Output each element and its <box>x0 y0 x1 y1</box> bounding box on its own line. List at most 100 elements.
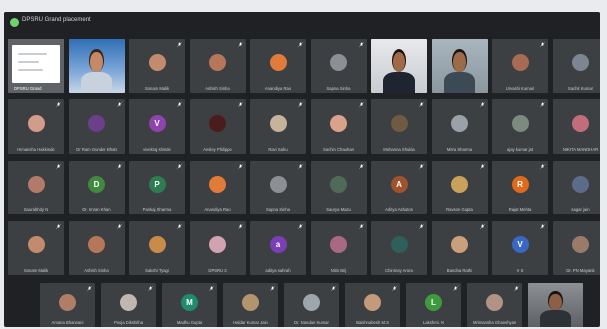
participant-tile[interactable]: NIKITA MANDHAR <box>552 99 600 154</box>
mic-muted-icon <box>514 286 519 291</box>
participant-tile[interactable] <box>371 39 427 93</box>
avatar-initial: a <box>275 240 281 250</box>
participant-tile[interactable] <box>68 39 125 93</box>
video-feed <box>68 39 125 93</box>
participant-tile[interactable]: Mohanna Shukla <box>371 99 427 154</box>
participant-tile[interactable]: Pooja Dikshitha <box>101 283 156 327</box>
participant-name: Urvashi Kumari <box>505 86 535 91</box>
person-torso <box>80 72 113 93</box>
participant-tile[interactable]: sagar jain <box>552 161 600 214</box>
participant-tile[interactable]: Sapna Sinha <box>250 161 306 214</box>
participant-tile[interactable]: Bandna Rathi <box>431 221 488 275</box>
participant-tile[interactable]: DPSRU 3 <box>189 221 246 275</box>
participant-tile[interactable]: Ravi Sahu <box>250 99 306 154</box>
participant-tile[interactable]: Amana Bharwani <box>40 283 95 327</box>
avatar-initial: P <box>154 179 160 189</box>
participant-tile[interactable]: Haldar Kumar Jain <box>223 283 278 327</box>
participant-avatar <box>364 293 381 311</box>
participant-avatar <box>209 236 226 254</box>
participant-avatar <box>451 114 468 132</box>
participant-avatar <box>27 114 45 132</box>
participant-tile[interactable]: Ravson Gupta <box>431 161 488 214</box>
person-torso <box>443 72 476 93</box>
participant-tile[interactable]: L Lakshmi. N <box>406 283 461 327</box>
participant-tile[interactable]: ajay kumar jat <box>492 99 548 154</box>
participant-tile[interactable]: Sachit Kumar <box>552 39 600 93</box>
participant-tile[interactable]: Urvashi Kumari <box>492 39 548 93</box>
participant-tile[interactable]: Anandiya Rao <box>250 39 306 93</box>
participant-tile[interactable]: Sonam Malik <box>8 221 64 275</box>
participant-tile[interactable]: Himanshu Hakkinde <box>8 99 64 154</box>
video-feed <box>371 39 427 93</box>
mic-muted-icon <box>419 224 424 229</box>
participant-tile[interactable]: Sakshi Tyagi <box>129 221 185 275</box>
participant-tile[interactable]: Vvivekraj shinde <box>129 99 185 154</box>
mic-muted-icon <box>87 286 92 291</box>
participant-name: Baishnabesh M.S <box>356 320 389 325</box>
participant-name: Sonam Malik <box>144 86 170 91</box>
participant-tile[interactable]: Nitin Brij <box>310 221 367 275</box>
participant-name: Mrimansha Ghanshyam <box>473 320 516 325</box>
mic-muted-icon <box>331 286 336 291</box>
participant-avatar <box>120 293 137 311</box>
participant-tile[interactable]: Dr. Nandan Kumar <box>284 283 339 327</box>
participant-tile[interactable]: Chinmay Arora <box>371 221 427 275</box>
mic-muted-icon <box>177 42 182 47</box>
participant-avatar <box>242 293 259 311</box>
participant-tile[interactable]: Sonam Malik <box>129 39 185 93</box>
avatar-initial: V <box>154 118 160 128</box>
video-feed <box>8 39 64 93</box>
person-torso <box>383 72 415 93</box>
mic-muted-icon <box>540 42 545 47</box>
mic-muted-icon <box>237 164 243 169</box>
participant-tile[interactable]: Anandiya Rao <box>189 161 246 214</box>
participant-avatar <box>511 54 529 72</box>
participant-name: Dr Ram Gunder Bhatt <box>76 147 117 152</box>
participant-avatar <box>451 236 468 254</box>
mic-muted-icon <box>540 102 545 107</box>
participant-avatar <box>88 236 105 254</box>
participant-tile[interactable]: Baishnabesh M.S <box>345 283 400 327</box>
participant-tile[interactable]: Ansley Philippe <box>189 99 246 154</box>
participant-name: Nitin Brij <box>330 268 347 273</box>
participant-name: NIKITA MANDHAR <box>562 147 599 152</box>
participant-tile[interactable]: Dr. PN Mayank <box>552 221 600 275</box>
participant-tile[interactable] <box>431 39 488 93</box>
participant-tile[interactable]: D Dr. Imran Khan <box>68 161 125 214</box>
participant-name: Sachin Chauhan <box>323 147 354 152</box>
participant-tile[interactable]: Saurabhdy N <box>8 161 64 214</box>
mic-muted-icon <box>237 42 243 47</box>
participant-tile[interactable]: a aditya sahrah <box>250 221 306 275</box>
avatar-initial: A <box>396 179 402 189</box>
participant-name: Himanshu Hakkinde <box>17 147 55 152</box>
participant-tile[interactable]: DPSRU Grand <box>8 39 64 93</box>
participant-tile[interactable]: A Aditya Ashutos <box>371 161 427 214</box>
participant-tile[interactable]: M Madhu Gupta <box>162 283 217 327</box>
participant-tile[interactable]: Dr Ram Gunder Bhatt <box>68 99 125 154</box>
participant-tile[interactable]: Ashish Sinha <box>68 221 125 275</box>
participant-name: aditya sahrah <box>265 268 291 273</box>
participant-tile[interactable]: Ashish Sinha <box>189 39 246 93</box>
mic-muted-icon <box>116 102 122 107</box>
participant-avatar: V <box>148 114 166 132</box>
participant-tile[interactable]: R Rajat Mehta <box>492 161 548 214</box>
mic-muted-icon <box>479 102 485 107</box>
participant-tile[interactable]: Saurya Mazu <box>310 161 367 214</box>
participant-tile[interactable]: P Pankaj Sharma <box>129 161 185 214</box>
mic-muted-icon <box>540 164 545 169</box>
participant-tile[interactable]: Mitra Sharma <box>431 99 488 154</box>
mic-muted-icon <box>270 286 275 291</box>
participant-avatar: R <box>511 175 529 193</box>
participant-tile[interactable]: V V S <box>492 221 548 275</box>
slide-text-line <box>18 53 47 55</box>
participant-grid: DPSRU Grand Sonam Malik Ashish Sinha Anandi… <box>4 12 600 327</box>
participant-name: Ansley Philippe <box>203 147 232 152</box>
participant-tile[interactable]: Sachin Chauhan <box>310 99 367 154</box>
participant-avatar <box>88 114 105 132</box>
participant-tile[interactable]: Mrimansha Ghanshyam <box>467 283 522 327</box>
participant-tile[interactable]: Sapna Sinha <box>310 39 367 93</box>
participant-avatar <box>269 114 287 132</box>
participant-tile[interactable] <box>528 283 583 327</box>
participant-avatar <box>572 175 589 193</box>
participant-name: Madhu Gupta <box>176 320 203 325</box>
